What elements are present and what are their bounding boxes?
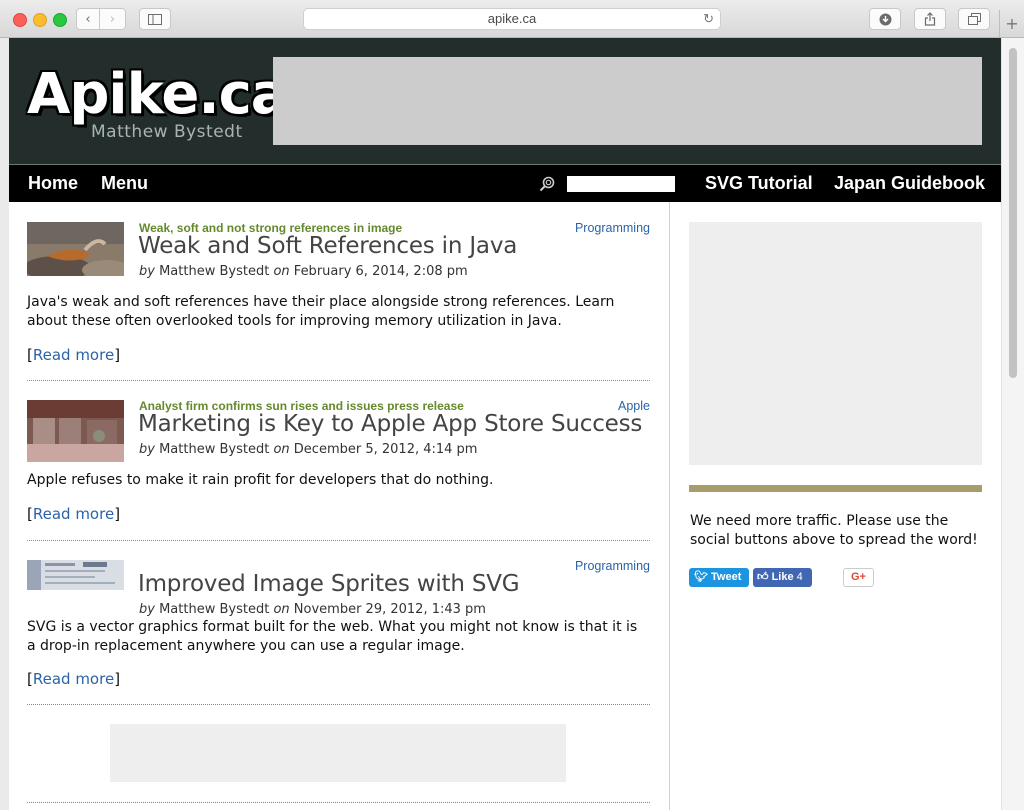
web-page: Apike.ca Matthew Bystedt Home Menu SVG T… (9, 38, 1001, 810)
facebook-like-button[interactable]: 👍︎ Like 4 (753, 568, 812, 587)
post-author: Matthew Bystedt (159, 442, 270, 457)
download-icon (879, 13, 891, 25)
post-thumbnail[interactable] (27, 560, 124, 590)
thumbs-up-icon: 👍︎ (757, 571, 769, 583)
share-button[interactable] (914, 8, 946, 30)
reload-icon[interactable]: ↻ (703, 9, 714, 29)
zoom-window-button[interactable] (53, 13, 67, 27)
close-window-button[interactable] (13, 13, 27, 27)
sidebar: We need more traffic. Please use the soc… (670, 202, 1001, 810)
minimize-window-button[interactable] (33, 13, 47, 27)
chevron-right-icon: › (109, 11, 116, 27)
post-item: Analyst firm confirms sun rises and issu… (27, 399, 650, 560)
post-date: December 5, 2012, 4:14 pm (293, 442, 478, 457)
post-category-link[interactable]: Programming (575, 221, 650, 235)
byline-on: on (273, 602, 290, 617)
post-title[interactable]: Weak and Soft References in Java (138, 233, 517, 259)
post-byline: by Matthew Bystedt on November 29, 2012,… (139, 602, 486, 617)
nav-home[interactable]: Home (28, 165, 78, 202)
sidebar-toggle-button[interactable] (139, 8, 171, 30)
byline-on: on (273, 442, 290, 457)
post-byline: by Matthew Bystedt on December 5, 2012, … (139, 442, 477, 457)
byline-by: by (139, 602, 155, 617)
post-excerpt: SVG is a vector graphics format built fo… (27, 619, 638, 654)
read-more-close-bracket: ] (114, 670, 121, 688)
sidebar-icon (148, 13, 162, 25)
site-logo[interactable]: Apike.ca (27, 62, 289, 128)
site-tagline: Matthew Bystedt (91, 122, 243, 142)
read-more-link[interactable]: Read more (33, 346, 114, 364)
nav-svg-tutorial[interactable]: SVG Tutorial (705, 165, 813, 202)
forward-button[interactable]: › (100, 8, 126, 30)
main-nav: Home Menu SVG Tutorial Japan Guidebook (9, 165, 1001, 202)
google-plus-button[interactable]: G+ (843, 568, 874, 587)
sidebar-ad-placeholder (689, 222, 982, 465)
read-more-link[interactable]: Read more (33, 670, 114, 688)
post-title[interactable]: Improved Image Sprites with SVG (138, 571, 520, 597)
like-count: 4 (796, 571, 803, 583)
tabs-icon (967, 13, 981, 25)
post-date: February 6, 2014, 2:08 pm (293, 264, 468, 279)
read-more-link[interactable]: Read more (33, 505, 114, 523)
traffic-message: We need more traffic. Please use the soc… (690, 513, 978, 548)
browser-toolbar: ‹ › apike.ca ↻ + (0, 0, 1024, 38)
post-thumbnail[interactable] (27, 400, 124, 462)
post-item: Weak, soft and not strong references in … (27, 221, 650, 382)
byline-by: by (139, 442, 155, 457)
read-more: [Read more] (27, 346, 120, 364)
byline-by: by (139, 264, 155, 279)
inline-ad-placeholder (110, 724, 566, 782)
post-thumbnail[interactable] (27, 222, 124, 276)
post-divider (27, 704, 650, 705)
new-tab-button[interactable]: + (999, 10, 1024, 38)
downloads-button[interactable] (869, 8, 901, 30)
tweet-label: Tweet (711, 571, 742, 583)
scrollbar-thumb[interactable] (1009, 48, 1017, 378)
back-button[interactable]: ‹ (76, 8, 100, 30)
post-list: Weak, soft and not strong references in … (9, 202, 670, 810)
search-input[interactable] (567, 176, 675, 192)
post-divider (27, 540, 650, 541)
post-byline: by Matthew Bystedt on February 6, 2014, … (139, 264, 468, 279)
post-excerpt: Java's weak and soft references have the… (27, 294, 615, 329)
sidebar-divider (689, 485, 982, 492)
post-category-link[interactable]: Programming (575, 559, 650, 573)
site-header: Apike.ca Matthew Bystedt (9, 38, 1001, 165)
like-label: Like (771, 571, 794, 583)
post-excerpt: Apple refuses to make it rain profit for… (27, 472, 494, 488)
tabs-overview-button[interactable] (958, 8, 990, 30)
post-author: Matthew Bystedt (159, 602, 270, 617)
search-icon[interactable] (539, 176, 555, 192)
read-more: [Read more] (27, 505, 120, 523)
page-scrollbar[interactable] (1001, 38, 1024, 810)
post-title[interactable]: Marketing is Key to Apple App Store Succ… (138, 411, 642, 437)
post-item: Programming Improved Image Sprites with … (27, 559, 650, 720)
banner-ad-placeholder (273, 57, 982, 145)
nav-menu[interactable]: Menu (101, 165, 148, 202)
byline-on: on (273, 264, 290, 279)
url-text: apike.ca (487, 11, 537, 26)
read-more: [Read more] (27, 670, 120, 688)
post-date: November 29, 2012, 1:43 pm (293, 602, 486, 617)
nav-japan-guidebook[interactable]: Japan Guidebook (834, 165, 985, 202)
share-icon (924, 12, 936, 26)
chevron-left-icon: ‹ (85, 11, 91, 27)
post-divider (27, 802, 650, 803)
read-more-close-bracket: ] (114, 346, 121, 364)
post-divider (27, 380, 650, 381)
tweet-button[interactable]: 🐦︎ Tweet (689, 568, 749, 587)
address-bar[interactable]: apike.ca ↻ (303, 8, 721, 30)
post-author: Matthew Bystedt (159, 264, 270, 279)
read-more-close-bracket: ] (114, 505, 121, 523)
twitter-bird-icon: 🐦︎ (694, 571, 708, 583)
